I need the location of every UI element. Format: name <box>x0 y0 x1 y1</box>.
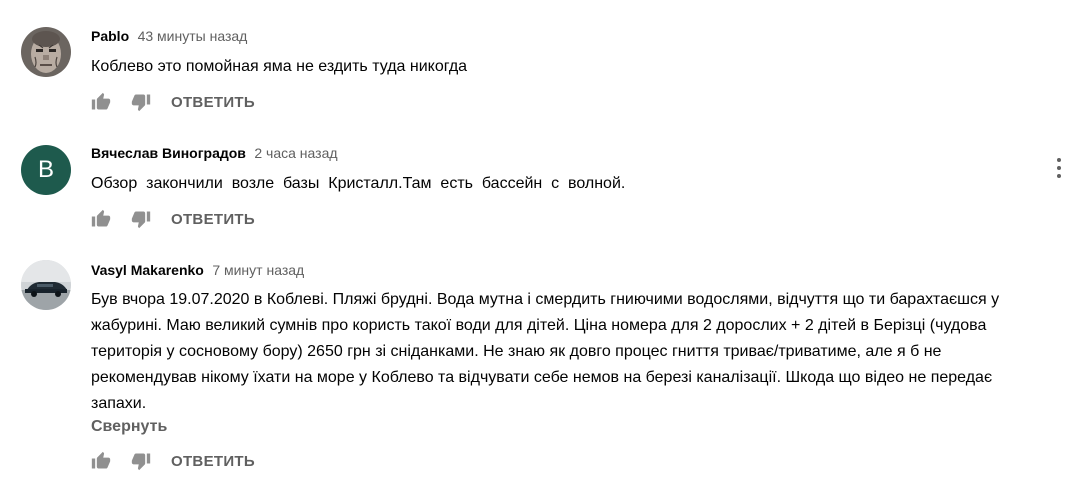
more-vert-icon[interactable] <box>1052 152 1066 184</box>
thumb-down-icon[interactable] <box>131 209 151 229</box>
collapse-button[interactable]: Свернуть <box>91 418 167 436</box>
thumb-up-icon[interactable] <box>91 92 111 112</box>
comment-header: Vasyl Makarenko 7 минут назад <box>91 262 304 280</box>
comment-header: Вячеслав Виноградов 2 часа назад <box>91 145 338 163</box>
comment-text: Обзор закончили возле базы Кристалл.Там … <box>91 175 626 192</box>
comment-text: Коблево это помойная яма не ездить туда … <box>91 58 468 75</box>
comment-actions: ОТВЕТИТЬ <box>91 207 255 231</box>
comment-actions: ОТВЕТИТЬ <box>91 90 255 114</box>
avatar-letter: В <box>37 156 54 183</box>
thumb-up-icon[interactable] <box>91 209 111 229</box>
avatar[interactable] <box>21 260 71 310</box>
thumb-up-icon[interactable] <box>91 451 111 471</box>
comment-time[interactable]: 43 минуты назад <box>138 28 248 44</box>
reply-button[interactable]: ОТВЕТИТЬ <box>171 453 255 470</box>
comment-time[interactable]: 2 часа назад <box>254 145 337 161</box>
comment-time[interactable]: 7 минут назад <box>212 262 304 278</box>
reply-button[interactable]: ОТВЕТИТЬ <box>171 211 255 228</box>
comment-actions: ОТВЕТИТЬ <box>91 449 255 473</box>
avatar[interactable]: В <box>21 145 71 195</box>
thumb-down-icon[interactable] <box>131 451 151 471</box>
author-name[interactable]: Vasyl Makarenko <box>91 262 204 278</box>
comment-header: Pablo 43 минуты назад <box>91 28 247 46</box>
comment-text: Був вчора 19.07.2020 в Коблеві. Пляжі бр… <box>91 291 1000 412</box>
thumb-down-icon[interactable] <box>131 92 151 112</box>
author-name[interactable]: Вячеслав Виноградов <box>91 145 246 161</box>
reply-button[interactable]: ОТВЕТИТЬ <box>171 94 255 111</box>
avatar[interactable] <box>21 27 71 77</box>
author-name[interactable]: Pablo <box>91 28 129 44</box>
